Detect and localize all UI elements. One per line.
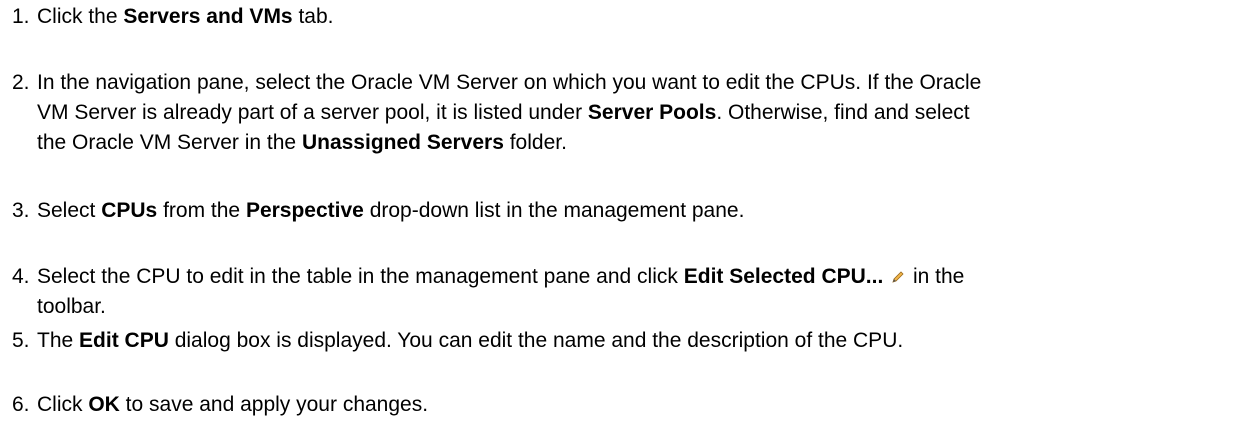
step-line: Select CPUs from the Perspective drop-do… <box>37 196 1247 226</box>
step-line: VM Server is already part of a server po… <box>37 98 1247 128</box>
step-text-run: from the <box>157 199 246 222</box>
step-text: Select CPUs from the Perspective drop-do… <box>37 196 1247 226</box>
step-line: Click OK to save and apply your changes. <box>37 390 1247 420</box>
step-text-run: drop-down list in the management pane. <box>363 199 745 222</box>
step-number: 3. <box>12 199 30 222</box>
step-text-run: dialog box is displayed. You can edit th… <box>168 329 904 352</box>
step-text-run: tab. <box>292 5 334 28</box>
ui-term: Servers and VMs <box>123 5 293 28</box>
step-text-run <box>883 265 889 288</box>
pencil-icon <box>892 271 904 283</box>
step-text-run: to save and apply your changes. <box>119 393 429 416</box>
step-line: the Oracle VM Server in the Unassigned S… <box>37 128 1247 158</box>
step-number: 4. <box>12 265 30 288</box>
step-text-run: Select the CPU to edit in the table in t… <box>37 265 684 288</box>
ui-term: Unassigned Servers <box>301 131 504 154</box>
step-text-run: Click <box>37 393 89 416</box>
step-text: Click the Servers and VMs tab. <box>37 2 1247 32</box>
step-text-run: in the <box>907 265 965 288</box>
step-text-run: Click the <box>37 5 124 28</box>
step-line: Select the CPU to edit in the table in t… <box>37 262 1247 292</box>
step-text-run: the Oracle VM Server in the <box>37 131 302 154</box>
step-line: Click the Servers and VMs tab. <box>37 2 1247 32</box>
step-line: In the navigation pane, select the Oracl… <box>37 68 1247 98</box>
step-text-run: The <box>37 329 80 352</box>
step-number: 6. <box>12 393 30 416</box>
step-number: 5. <box>12 329 30 352</box>
step-text-run: VM Server is already part of a server po… <box>37 101 588 124</box>
step-number: 2. <box>12 71 30 94</box>
step-line: toolbar. <box>37 292 1247 322</box>
ui-term: CPUs <box>101 199 158 222</box>
ui-term: OK <box>88 393 120 416</box>
ui-term: Edit Selected CPU... <box>683 265 884 288</box>
step-text: The Edit CPU dialog box is displayed. Yo… <box>37 326 1247 356</box>
step-text: Click OK to save and apply your changes. <box>37 390 1247 420</box>
ui-term: Perspective <box>245 199 364 222</box>
step-text-run: toolbar. <box>37 295 106 318</box>
step-text-run: . Otherwise, find and select <box>716 101 970 124</box>
step-number: 1. <box>12 5 30 28</box>
step-text: Select the CPU to edit in the table in t… <box>37 262 1247 322</box>
step-text-run: Select <box>37 199 102 222</box>
step-line: The Edit CPU dialog box is displayed. Yo… <box>37 326 1247 356</box>
ui-term: Edit CPU <box>79 329 169 352</box>
ui-term: Server Pools <box>587 101 717 124</box>
step-text-run: In the navigation pane, select the Oracl… <box>37 71 982 94</box>
step-text: In the navigation pane, select the Oracl… <box>37 68 1247 158</box>
step-text-run: folder. <box>503 131 567 154</box>
